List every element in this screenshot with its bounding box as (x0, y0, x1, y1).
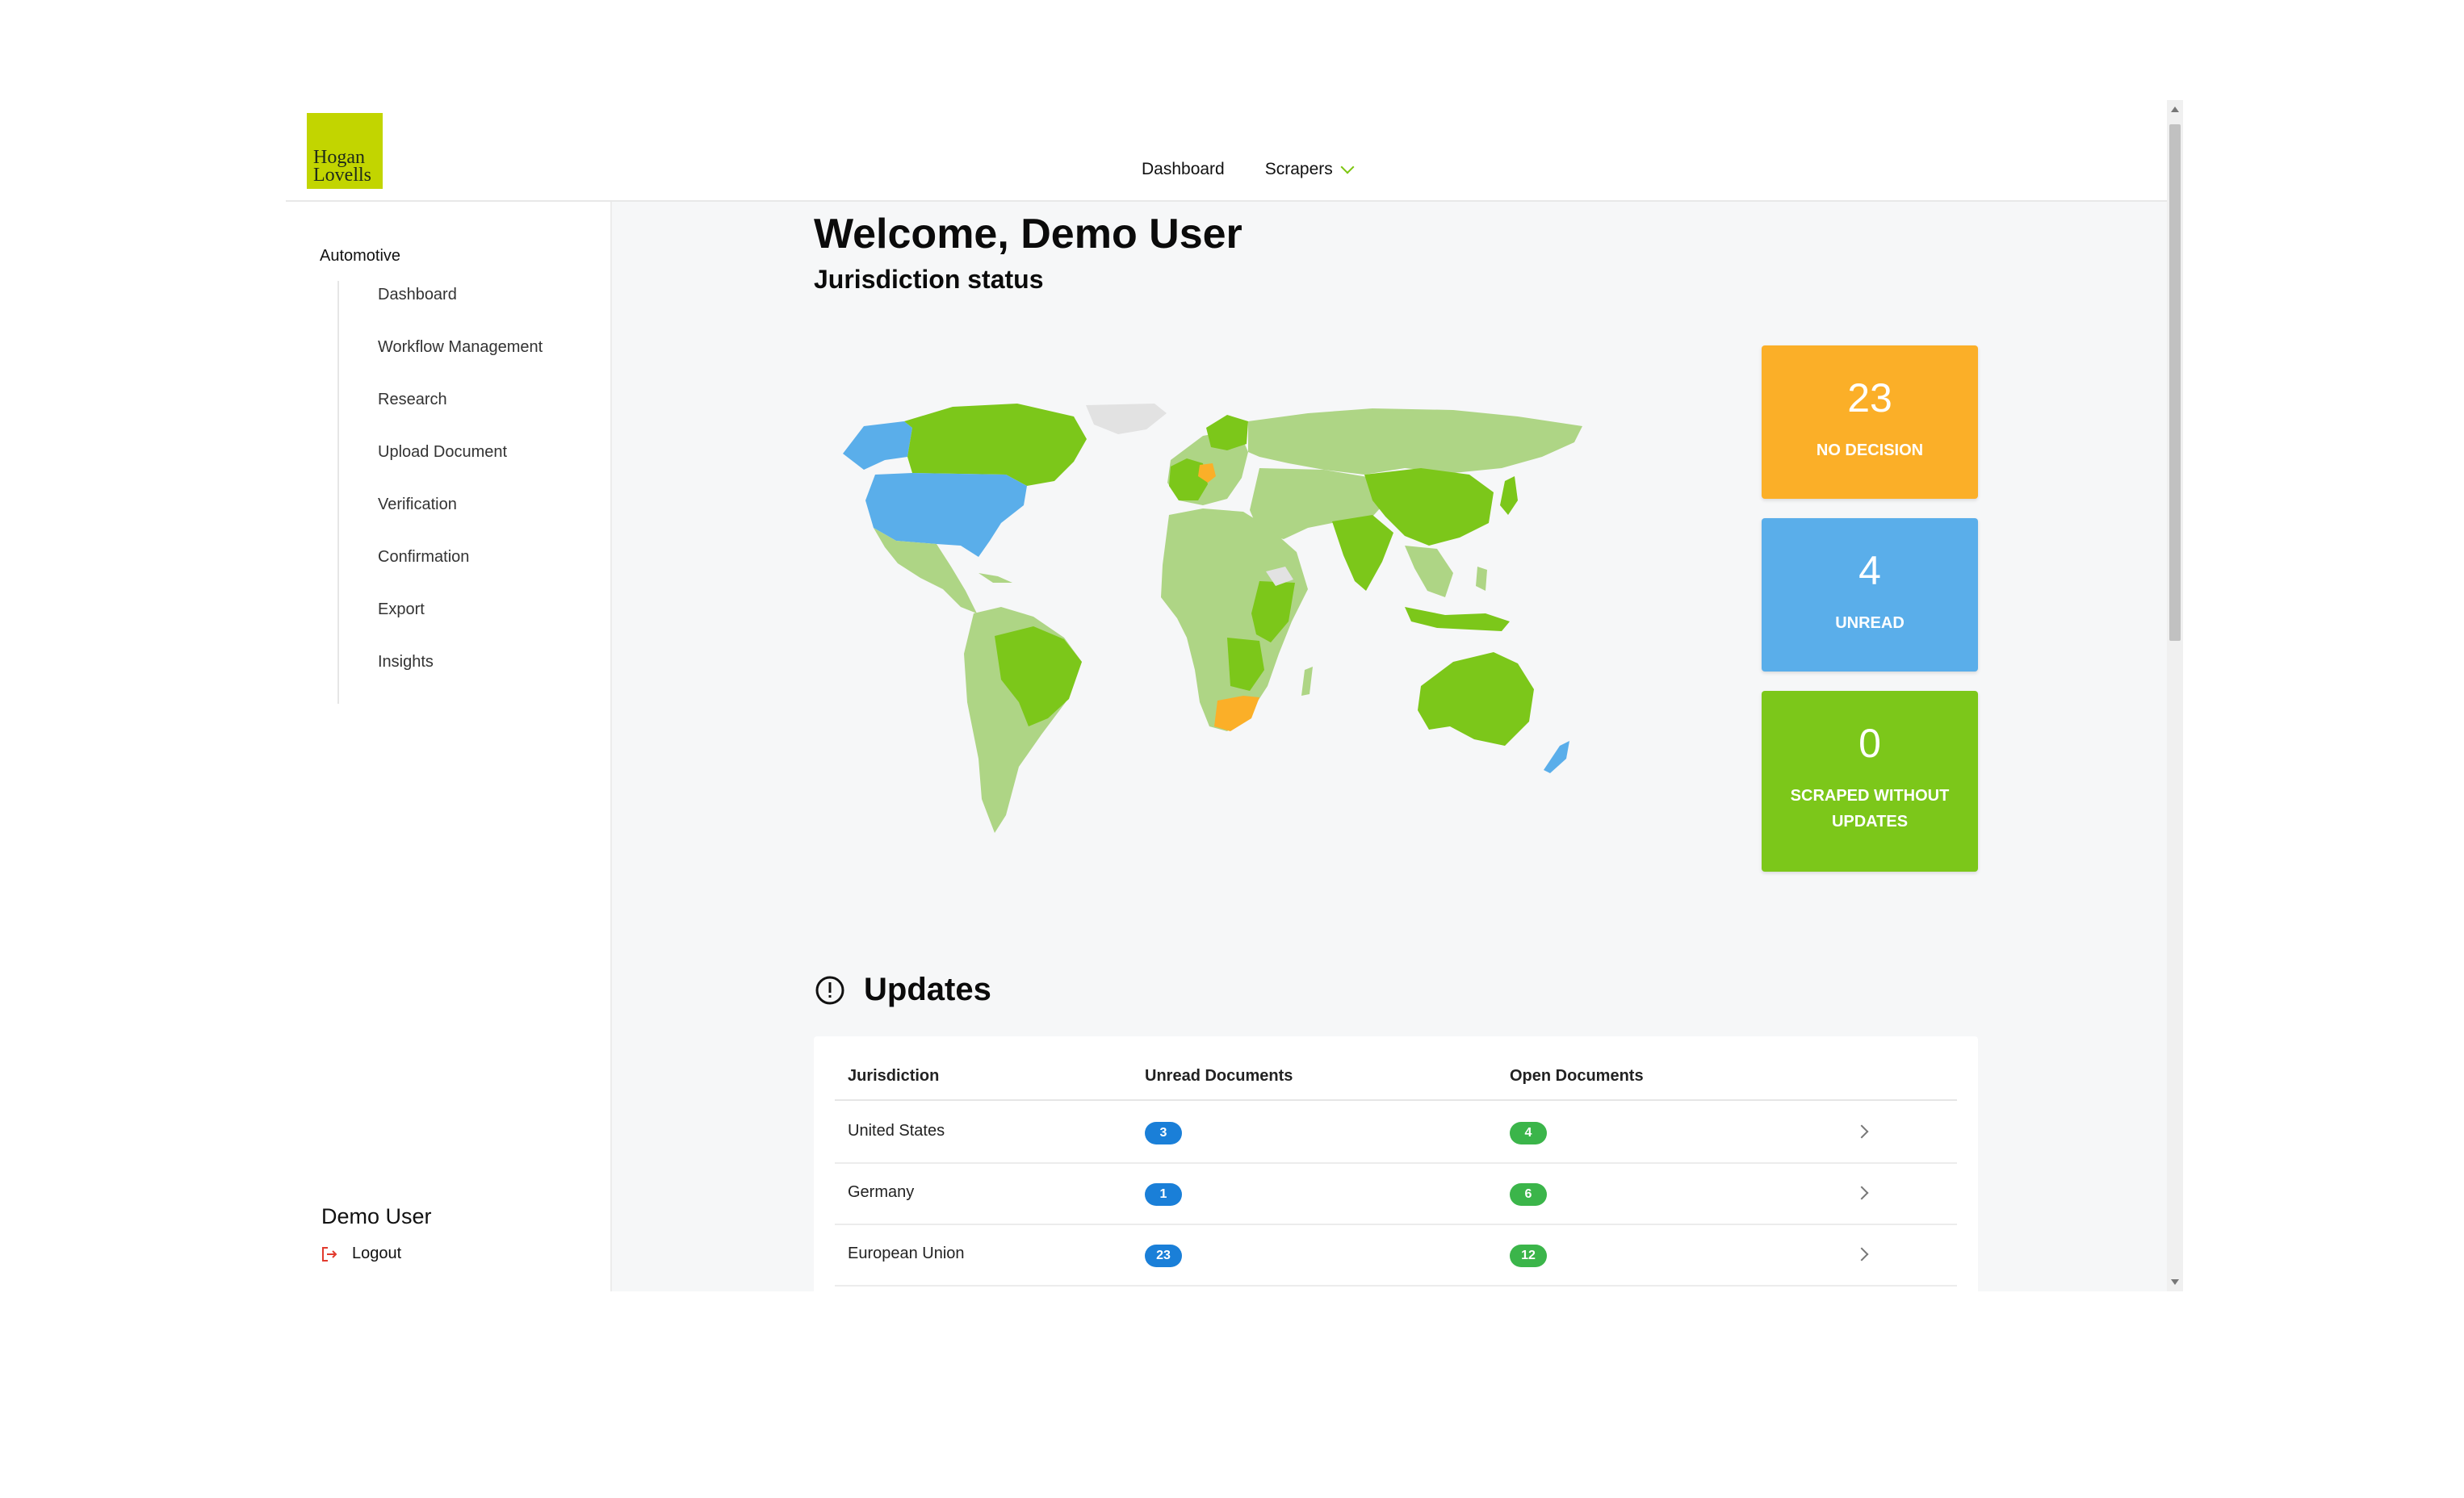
map-region-japan[interactable] (1500, 476, 1518, 515)
map-region-indonesia[interactable] (1405, 607, 1510, 631)
logo-line-2: Lovells (313, 165, 371, 186)
table-row[interactable]: Germany 1 6 (835, 1162, 1957, 1225)
stat-card-no-decision[interactable]: 23 NO DECISION (1762, 345, 1978, 499)
column-header-open-documents: Open Documents (1510, 1067, 1644, 1085)
logout-icon (321, 1246, 337, 1262)
map-region-south-africa[interactable] (1214, 696, 1259, 731)
user-name: Demo User (321, 1204, 432, 1228)
map-region-philippines[interactable] (1476, 567, 1487, 591)
sidebar-item-export[interactable]: Export (339, 596, 543, 648)
sidebar-group-automotive[interactable]: Automotive (320, 247, 400, 266)
cell-jurisdiction: Germany (848, 1183, 915, 1201)
sidebar-item-upload-document[interactable]: Upload Document (339, 438, 543, 491)
map-region-southeast-asia[interactable] (1405, 546, 1453, 597)
badge-unread-count: 1 (1145, 1183, 1182, 1206)
welcome-heading: Welcome, Demo User (814, 211, 1242, 257)
logo-line-1: Hogan (313, 147, 365, 168)
stat-no-decision-label: NO DECISION (1816, 441, 1924, 459)
vertical-scrollbar[interactable] (2167, 100, 2183, 1291)
cell-jurisdiction: European Union (848, 1245, 965, 1262)
main-content: Welcome, Demo User Jurisdiction status 2… (612, 202, 2167, 1291)
stat-unread-value: 4 (1858, 548, 1881, 593)
sidebar-item-dashboard[interactable]: Dashboard (339, 281, 543, 333)
table-row[interactable]: European Union 23 12 (835, 1224, 1957, 1287)
badge-unread-count: 23 (1145, 1245, 1182, 1267)
scroll-up-arrow-icon[interactable] (2171, 107, 2179, 112)
badge-open-count: 12 (1510, 1245, 1547, 1267)
map-region-greenland[interactable] (1086, 404, 1167, 434)
top-navigation: Dashboard Scrapers (1142, 160, 1355, 179)
sidebar-item-confirmation[interactable]: Confirmation (339, 543, 543, 596)
topnav-dashboard-label: Dashboard (1142, 160, 1225, 178)
updates-heading: Updates (814, 972, 991, 1008)
chevron-down-icon (1340, 160, 1355, 174)
map-region-caribbean[interactable] (978, 573, 1012, 583)
app-window: Hogan Lovells Dashboard Scrapers Automot… (286, 100, 2183, 1291)
map-region-madagascar[interactable] (1301, 667, 1313, 696)
sidebar-submenu: Dashboard Workflow Management Research U… (337, 281, 543, 704)
cell-jurisdiction: United States (848, 1122, 945, 1140)
map-region-india[interactable] (1332, 515, 1393, 591)
table-header: Jurisdiction Unread Documents Open Docum… (835, 1036, 1957, 1101)
exclamation-circle-icon (815, 976, 844, 1004)
topnav-dashboard[interactable]: Dashboard (1142, 160, 1225, 179)
stat-unread-label: UNREAD (1835, 614, 1905, 632)
world-map[interactable] (807, 379, 1615, 864)
badge-unread-count: 3 (1145, 1122, 1182, 1144)
stat-scraped-label: SCRAPED WITHOUT UPDATES (1790, 787, 1950, 831)
badge-open-count: 6 (1510, 1183, 1547, 1206)
updates-title: Updates (864, 972, 991, 1007)
map-region-scandinavia[interactable] (1206, 415, 1248, 450)
topnav-scrapers-label: Scrapers (1264, 160, 1333, 178)
map-region-australia[interactable] (1418, 652, 1534, 746)
sidebar-item-workflow-management[interactable]: Workflow Management (339, 333, 543, 386)
column-header-unread-documents: Unread Documents (1145, 1067, 1293, 1085)
badge-open-count: 4 (1510, 1122, 1547, 1144)
stat-card-unread[interactable]: 4 UNREAD (1762, 518, 1978, 672)
map-region-new-zealand[interactable] (1544, 741, 1569, 773)
map-region-east-africa[interactable] (1251, 581, 1295, 642)
scrollbar-thumb[interactable] (2169, 124, 2181, 641)
sidebar-item-insights[interactable]: Insights (339, 648, 543, 701)
map-region-alaska[interactable] (843, 421, 912, 470)
column-header-jurisdiction: Jurisdiction (848, 1067, 940, 1085)
stat-card-scraped-without-updates[interactable]: 0 SCRAPED WITHOUT UPDATES (1762, 691, 1978, 872)
top-header: Hogan Lovells Dashboard Scrapers (286, 100, 2183, 202)
hogan-lovells-logo[interactable]: Hogan Lovells (307, 113, 383, 189)
updates-table: Jurisdiction Unread Documents Open Docum… (814, 1036, 1978, 1291)
sidebar: Automotive Dashboard Workflow Management… (286, 202, 612, 1291)
section-subtitle: Jurisdiction status (814, 265, 1044, 294)
topnav-scrapers-dropdown[interactable]: Scrapers (1264, 160, 1355, 179)
table-row[interactable]: United States 3 4 (835, 1101, 1957, 1164)
sidebar-item-research[interactable]: Research (339, 386, 543, 438)
chevron-right-icon[interactable] (1854, 1247, 1869, 1262)
chevron-right-icon[interactable] (1854, 1186, 1869, 1200)
sidebar-item-verification[interactable]: Verification (339, 491, 543, 543)
chevron-right-icon[interactable] (1854, 1124, 1869, 1139)
logout-button[interactable]: Logout (321, 1245, 401, 1263)
logout-label: Logout (352, 1245, 402, 1262)
stat-no-decision-value: 23 (1847, 375, 1892, 421)
stat-scraped-value: 0 (1858, 721, 1881, 766)
map-region-russia[interactable] (1248, 408, 1582, 475)
scroll-down-arrow-icon[interactable] (2171, 1279, 2179, 1285)
